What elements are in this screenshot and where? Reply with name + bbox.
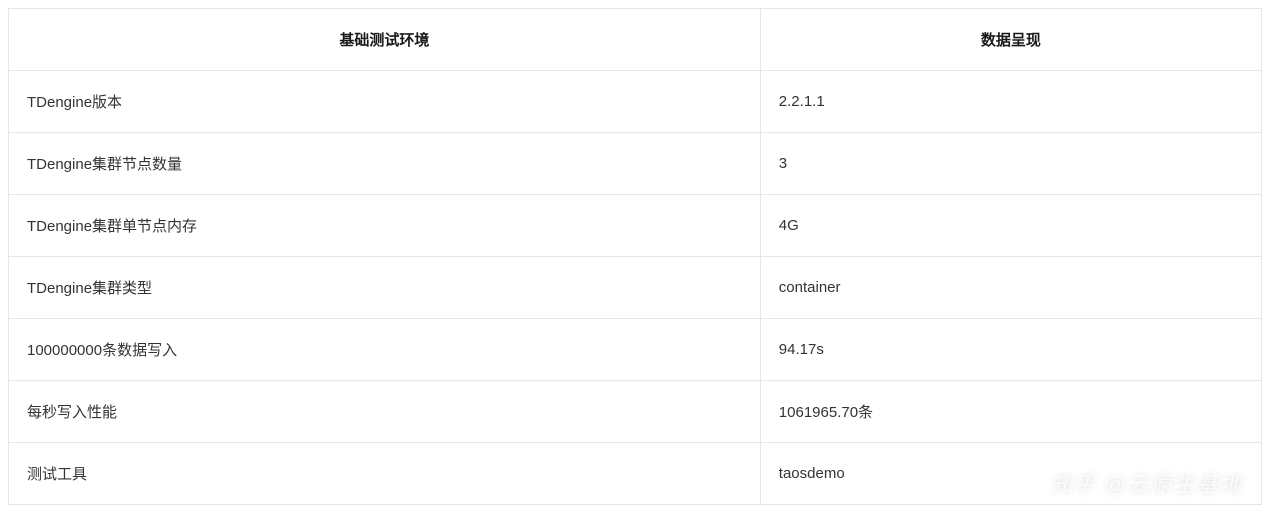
row-value: 4G [760,195,1261,257]
table-row: 测试工具 taosdemo [9,443,1262,505]
benchmark-table: 基础测试环境 数据呈现 TDengine版本 2.2.1.1 TDengine集… [8,8,1262,505]
row-value: 2.2.1.1 [760,71,1261,133]
table-row: TDengine集群节点数量 3 [9,133,1262,195]
table-row: 100000000条数据写入 94.17s [9,319,1262,381]
table-row: TDengine集群单节点内存 4G [9,195,1262,257]
table-row: TDengine集群类型 container [9,257,1262,319]
table-row: 每秒写入性能 1061965.70条 [9,381,1262,443]
row-label: TDengine集群类型 [9,257,761,319]
row-value: 94.17s [760,319,1261,381]
row-label: TDengine集群单节点内存 [9,195,761,257]
table-row: TDengine版本 2.2.1.1 [9,71,1262,133]
table-header-row: 基础测试环境 数据呈现 [9,9,1262,71]
row-label: 每秒写入性能 [9,381,761,443]
row-label: 100000000条数据写入 [9,319,761,381]
row-value: container [760,257,1261,319]
header-env: 基础测试环境 [9,9,761,71]
row-value: 1061965.70条 [760,381,1261,443]
row-label: 测试工具 [9,443,761,505]
row-value: taosdemo [760,443,1261,505]
row-label: TDengine集群节点数量 [9,133,761,195]
header-data: 数据呈现 [760,9,1261,71]
row-label: TDengine版本 [9,71,761,133]
row-value: 3 [760,133,1261,195]
